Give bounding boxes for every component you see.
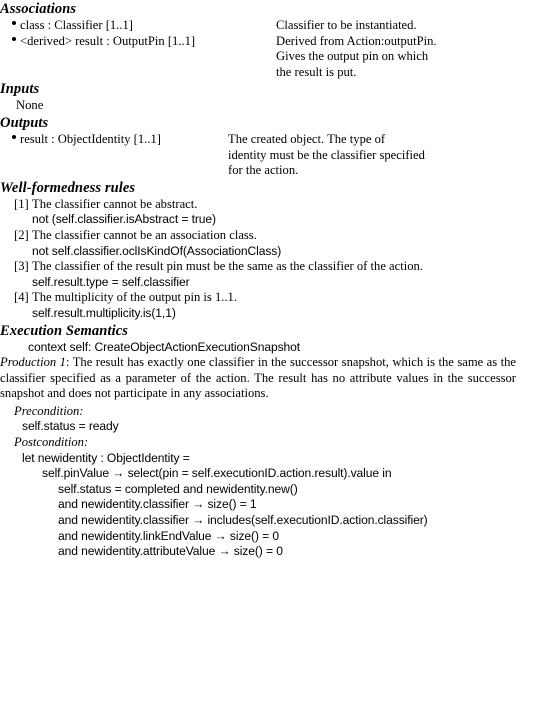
association-description: Derived from Action:outputPin. Gives the… xyxy=(276,34,544,81)
rule-ocl: not (self.classifier.isAbstract = true) xyxy=(32,212,216,227)
association-description: Classifier to be instantiated. xyxy=(276,18,544,34)
postcondition-ocl-line: and newidentity.classifier → includes(se… xyxy=(58,513,428,528)
rule-content: The classifier of the result pin must be… xyxy=(32,259,544,290)
rule-number: [2] xyxy=(14,227,29,242)
postcondition-ocl-line: and newidentity.linkEndValue → size() = … xyxy=(58,528,279,543)
rule-text: The classifier of the result pin must be… xyxy=(32,259,423,274)
section-execution-semantics: Execution Semantics context self: Create… xyxy=(0,322,544,560)
description-line: identity must be the classifier specifie… xyxy=(228,147,425,162)
postcondition-label: Postcondition: xyxy=(14,435,89,450)
description-line: the result is put. xyxy=(276,64,357,79)
description-line: The created object. The type of xyxy=(228,131,386,146)
section-outputs: Outputs result : ObjectIdentity [1..1] T… xyxy=(0,114,544,179)
production-text: The result has exactly one classifier in… xyxy=(0,355,517,401)
inputs-heading: Inputs xyxy=(0,81,40,98)
rule-ocl: not self.classifier.oclIsKindOf(Associat… xyxy=(32,243,282,258)
bullet-icon xyxy=(0,34,20,50)
output-name: result : ObjectIdentity [1..1] xyxy=(20,131,161,146)
rule-text: The classifier cannot be an association … xyxy=(32,227,257,242)
rule-item: [2] The classifier cannot be an associat… xyxy=(0,228,544,259)
production-paragraph: Production 1: The result has exactly one… xyxy=(0,355,530,402)
rule-ocl: self.result.multiplicity.is(1,1) xyxy=(32,305,176,320)
execution-semantics-heading: Execution Semantics xyxy=(0,322,128,339)
description-line: Gives the output pin on which xyxy=(276,49,429,64)
description-line: Derived from Action:outputPin. xyxy=(276,33,437,48)
description-line: for the action. xyxy=(228,163,299,178)
association-name: <derived> result : OutputPin [1..1] xyxy=(20,33,196,48)
production-separator: : xyxy=(65,355,73,370)
postcondition-ocl-line: and newidentity.attributeValue → size() … xyxy=(58,544,283,559)
rule-number: [3] xyxy=(14,259,29,274)
postcondition-ocl-line: self.status = completed and newidentity.… xyxy=(58,481,298,496)
document-page: Associations class : Classifier [1..1] C… xyxy=(0,0,544,717)
context-declaration: context self: CreateObjectActionExecutio… xyxy=(28,339,301,354)
associations-list: class : Classifier [1..1] Classifier to … xyxy=(0,18,544,80)
rule-text: The classifier cannot be abstract. xyxy=(32,196,198,211)
inputs-value: None xyxy=(16,98,44,113)
postcondition-ocl-line: self.pinValue → select(pin = self.execut… xyxy=(42,466,392,481)
rule-item: [1] The classifier cannot be abstract. n… xyxy=(0,197,544,228)
rule-content: The multiplicity of the output pin is 1.… xyxy=(32,290,544,321)
output-description: The created object. The type of identity… xyxy=(228,132,544,179)
bullet-icon xyxy=(0,132,20,148)
description-line: Classifier to be instantiated. xyxy=(276,18,417,32)
precondition-block: Precondition: self.status = ready xyxy=(0,404,544,435)
rule-text: The multiplicity of the output pin is 1.… xyxy=(32,290,237,305)
section-well-formedness-rules: Well-formedness rules [1] The classifier… xyxy=(0,179,544,322)
rules-list: [1] The classifier cannot be abstract. n… xyxy=(0,197,544,322)
section-inputs: Inputs None xyxy=(0,80,544,114)
outputs-heading: Outputs xyxy=(0,114,49,131)
precondition-ocl: self.status = ready xyxy=(22,419,119,434)
association-name: class : Classifier [1..1] xyxy=(20,18,133,32)
rule-item: [4] The multiplicity of the output pin i… xyxy=(0,290,544,321)
associations-heading: Associations xyxy=(0,1,77,17)
list-item: result : ObjectIdentity [1..1] The creat… xyxy=(0,132,544,179)
section-associations: Associations class : Classifier [1..1] C… xyxy=(0,0,544,80)
well-formedness-heading: Well-formedness rules xyxy=(0,179,136,196)
postcondition-block: Postcondition: let newidentity : ObjectI… xyxy=(0,435,544,560)
rule-content: The classifier cannot be an association … xyxy=(32,228,544,259)
outputs-list: result : ObjectIdentity [1..1] The creat… xyxy=(0,132,544,179)
list-item: <derived> result : OutputPin [1..1] Deri… xyxy=(0,34,544,81)
rule-ocl: self.result.type = self.classifier xyxy=(32,274,190,289)
rule-item: [3] The classifier of the result pin mus… xyxy=(0,259,544,290)
precondition-label: Precondition: xyxy=(14,403,84,418)
bullet-icon xyxy=(0,18,20,34)
rule-content: The classifier cannot be abstract. not (… xyxy=(32,197,544,228)
postcondition-ocl-line: let newidentity : ObjectIdentity = xyxy=(22,450,190,465)
rule-number: [1] xyxy=(14,196,29,211)
production-label: Production 1 xyxy=(0,355,66,370)
list-item: class : Classifier [1..1] Classifier to … xyxy=(0,18,544,34)
rule-number: [4] xyxy=(14,290,29,305)
postcondition-ocl-line: and newidentity.classifier → size() = 1 xyxy=(58,497,257,512)
